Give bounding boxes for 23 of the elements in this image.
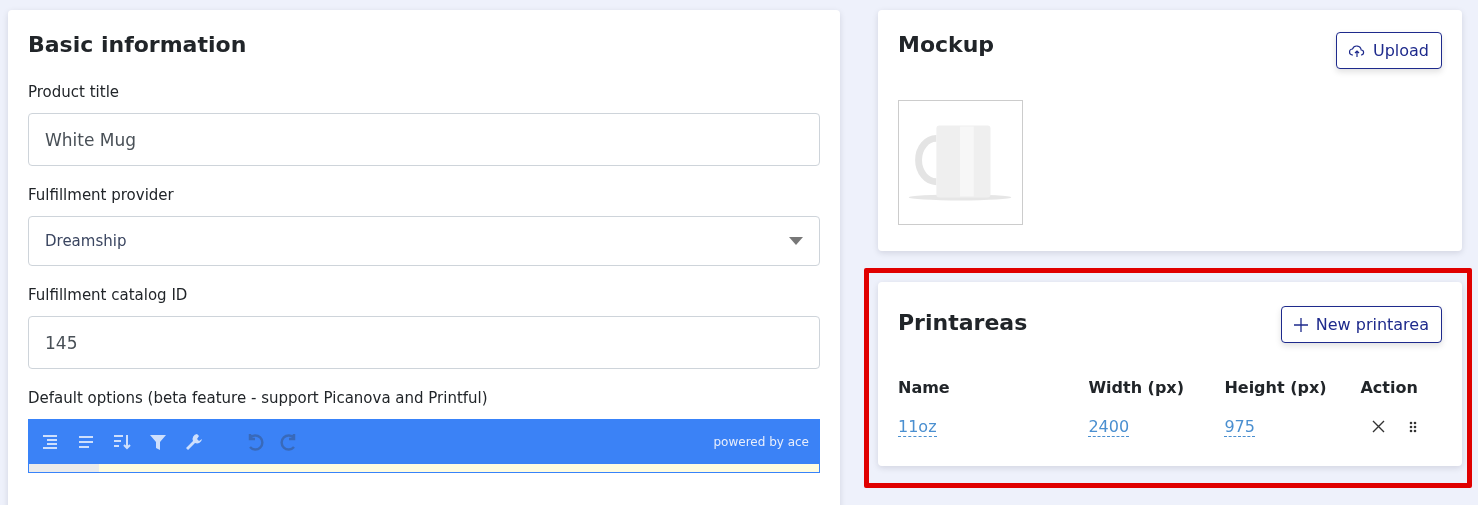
drag-handle-icon[interactable] [1409,420,1418,433]
select-field[interactable]: Dreamship [28,216,820,266]
caret-icon [789,237,803,245]
powered-by-label: powered by ace [713,435,809,449]
close-icon[interactable] [1372,420,1386,433]
card-title: Basic information [28,32,248,57]
field-label: Fulfillment provider [28,186,175,204]
column-header: Name [898,378,951,399]
card-title: Printareas [898,310,1028,335]
width-link[interactable]: 2400 [1088,417,1130,437]
column-header: Width (px) [1088,378,1185,399]
card-title: Mockup [898,32,995,57]
input-field[interactable]: 145 [28,316,820,369]
field-label: Product title [28,83,121,101]
input-field[interactable]: White Mug [28,113,820,166]
cloud-upload-icon [1348,43,1365,58]
column-header: Action [1360,378,1419,399]
upload-button[interactable]: Upload [1335,32,1442,69]
column-header: Height (px) [1224,378,1361,409]
field-label: Default options (beta feature - support Picanova and Printful) [28,389,489,407]
field-label: Fulfillment catalog ID [28,286,189,304]
plus-icon [1293,317,1308,332]
new-printarea-button[interactable]: New printarea [1280,306,1442,343]
